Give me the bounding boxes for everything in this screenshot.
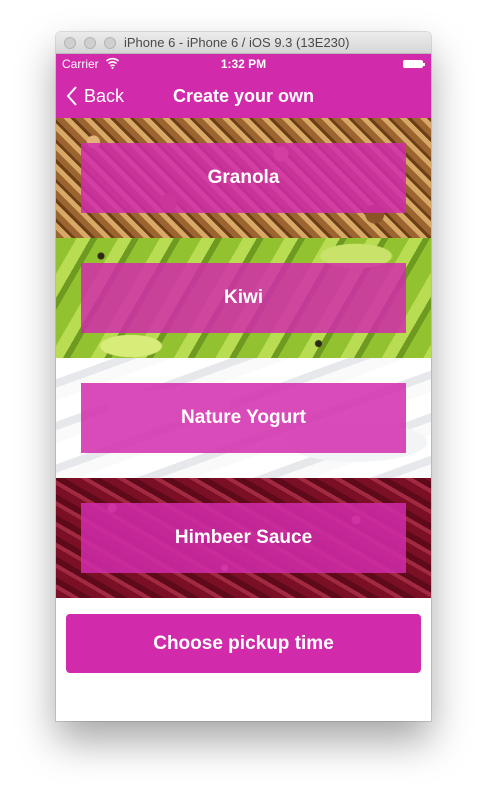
simulator-window: iPhone 6 - iPhone 6 / iOS 9.3 (13E230) C… bbox=[56, 32, 431, 721]
minimize-window-button[interactable] bbox=[84, 37, 96, 49]
ingredient-row-kiwi: Kiwi bbox=[56, 238, 431, 358]
ingredient-row-granola: Granola bbox=[56, 118, 431, 238]
ingredient-row-yogurt: Nature Yogurt bbox=[56, 358, 431, 478]
zoom-window-button[interactable] bbox=[104, 37, 116, 49]
ingredient-button-kiwi[interactable]: Kiwi bbox=[81, 263, 406, 333]
battery-icon bbox=[403, 60, 425, 68]
ingredient-button-yogurt[interactable]: Nature Yogurt bbox=[81, 383, 406, 453]
clock: 1:32 PM bbox=[220, 57, 267, 71]
window-title: iPhone 6 - iPhone 6 / iOS 9.3 (13E230) bbox=[124, 35, 350, 50]
ingredient-list: Granola Kiwi Nature Yogurt Himbeer Sauce bbox=[56, 118, 431, 598]
status-bar: Carrier 1:32 PM bbox=[56, 54, 431, 74]
ingredient-row-sauce: Himbeer Sauce bbox=[56, 478, 431, 598]
window-titlebar: iPhone 6 - iPhone 6 / iOS 9.3 (13E230) bbox=[56, 32, 431, 54]
page-title: Create your own bbox=[172, 86, 315, 106]
close-window-button[interactable] bbox=[64, 37, 76, 49]
phone-screen: Carrier 1:32 PM Back Create your own Gra… bbox=[56, 54, 431, 721]
choose-pickup-time-button[interactable]: Choose pickup time bbox=[66, 614, 421, 673]
navigation-bar: Back Create your own bbox=[56, 74, 431, 118]
ingredient-button-sauce[interactable]: Himbeer Sauce bbox=[81, 503, 406, 573]
ingredient-button-granola[interactable]: Granola bbox=[81, 143, 406, 213]
